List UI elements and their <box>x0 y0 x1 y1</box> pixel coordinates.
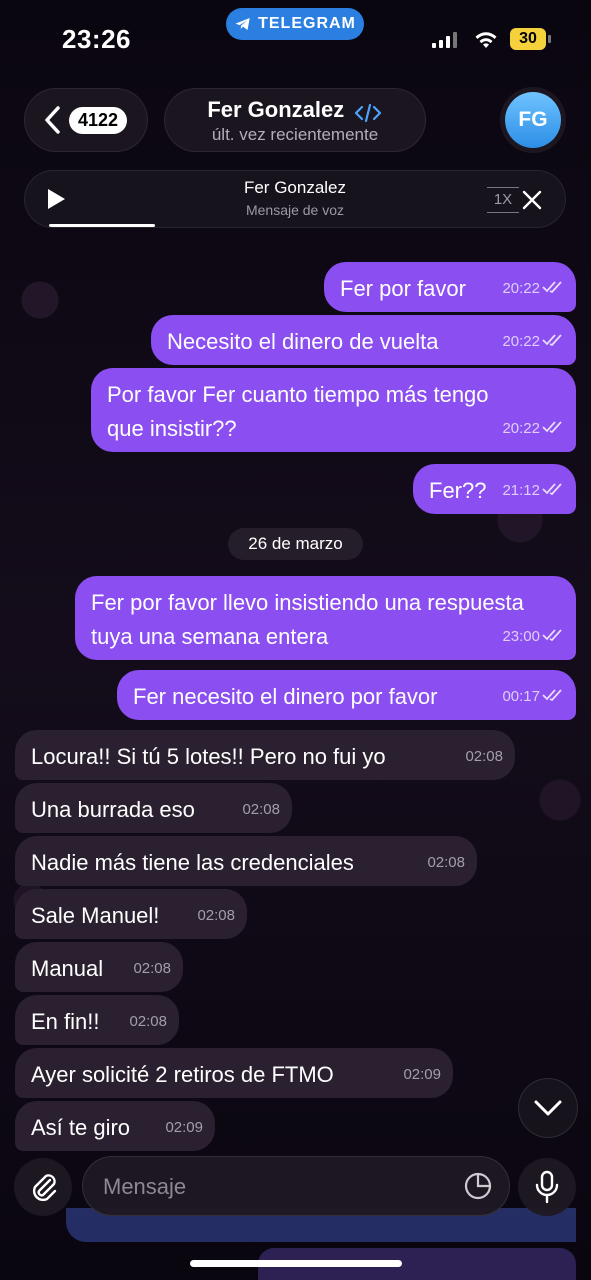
double-check-icon <box>542 620 564 654</box>
message-time: 21:12 <box>502 482 540 499</box>
message-time: 02:08 <box>133 960 171 977</box>
double-check-icon <box>542 680 564 714</box>
voice-subtitle: Mensaje de voz <box>245 202 345 218</box>
telegram-icon <box>235 18 250 30</box>
message-text: Así te giro <box>31 1115 131 1140</box>
message-text: Una burrada eso <box>31 797 195 822</box>
telegram-pill-label: TELEGRAM <box>258 15 356 32</box>
message-text: En fin!! <box>31 1009 100 1034</box>
message-time: 00:17 <box>502 688 540 705</box>
chat-header: 4122 Fer Gonzalez últ. vez recientemente… <box>0 86 591 156</box>
chevron-down-icon <box>534 1100 562 1116</box>
message-field[interactable] <box>82 1156 510 1217</box>
voice-message-player[interactable]: Fer Gonzalez Mensaje de voz 1X <box>24 170 566 228</box>
message-text: Sale Manuel! <box>31 903 160 928</box>
message-text: Nadie más tiene las credenciales <box>31 850 354 875</box>
message-text: Locura!! Si tú 5 lotes!! Pero no fui yo <box>31 744 386 769</box>
status-bar: 23:26 TELEGRAM 30 <box>0 0 591 70</box>
message-time: 02:08 <box>465 748 503 765</box>
message-bubble-incoming[interactable]: Así te giro 02:09 <box>15 1101 215 1151</box>
double-check-icon <box>542 325 564 359</box>
message-text: Fer por favor <box>340 276 466 301</box>
microphone-button[interactable] <box>518 1158 576 1216</box>
avatar-button[interactable]: FG <box>500 87 566 153</box>
chat-title[interactable]: Fer Gonzalez últ. vez recientemente <box>164 88 426 152</box>
message-bubble-incoming[interactable]: Manual 02:08 <box>15 942 183 992</box>
message-bubble-incoming[interactable]: En fin!! 02:08 <box>15 995 179 1045</box>
scroll-to-bottom-button[interactable] <box>518 1078 578 1138</box>
voice-title: Fer Gonzalez <box>243 178 347 197</box>
home-indicator <box>190 1260 402 1267</box>
code-icon <box>354 103 381 122</box>
message-bubble-outgoing[interactable]: Fer necesito el dinero por favor 00:17 <box>117 670 576 720</box>
message-bubble-incoming[interactable]: Una burrada eso 02:08 <box>15 783 292 833</box>
message-text: Manual <box>31 956 104 981</box>
message-bubble-outgoing[interactable]: Necesito el dinero de vuelta 20:22 <box>151 315 576 365</box>
date-divider: 26 de marzo <box>228 528 363 560</box>
message-text: Ayer solicité 2 retiros de FTMO <box>31 1062 334 1087</box>
message-time: 02:08 <box>242 801 280 818</box>
message-text: Fer necesito el dinero por favor <box>133 684 438 709</box>
clock: 23:26 <box>62 24 131 54</box>
message-bubble-incoming[interactable]: Ayer solicité 2 retiros de FTMO 02:09 <box>15 1048 453 1098</box>
telegram-pill[interactable]: TELEGRAM <box>226 8 364 40</box>
contact-name: Fer Gonzalez <box>207 97 345 122</box>
message-time: 02:08 <box>129 1013 167 1030</box>
double-check-icon <box>542 272 564 306</box>
message-time: 02:08 <box>427 854 465 871</box>
message-bubble-outgoing[interactable]: Fer por favor 20:22 <box>324 262 576 312</box>
message-text: Fer?? <box>429 478 487 503</box>
message-text: Necesito el dinero de vuelta <box>167 329 439 354</box>
double-check-icon <box>542 474 564 508</box>
back-button[interactable]: 4122 <box>24 88 148 152</box>
avatar: FG <box>505 92 561 148</box>
sticker-icon[interactable] <box>463 1171 493 1201</box>
voice-progress-bar <box>49 224 155 227</box>
message-time: 23:00 <box>502 628 540 645</box>
contact-status: últ. vez recientemente <box>211 125 379 144</box>
message-text: Por favor Fer cuanto tiempo más tengo qu… <box>107 382 489 441</box>
playback-speed-button[interactable]: 1X <box>487 187 519 213</box>
unread-count-badge: 4122 <box>69 106 128 134</box>
double-check-icon <box>542 412 564 446</box>
message-text: Fer por favor llevo insistiendo una resp… <box>91 590 524 649</box>
message-bubble-outgoing[interactable]: Fer?? 21:12 <box>413 464 576 514</box>
paperclip-icon <box>32 1174 57 1202</box>
message-bubble-incoming[interactable]: Nadie más tiene las credenciales 02:08 <box>15 836 477 886</box>
message-bubble-outgoing[interactable]: Por favor Fer cuanto tiempo más tengo qu… <box>91 368 576 452</box>
battery-icon: 30 <box>510 28 546 50</box>
attach-button[interactable] <box>14 1158 72 1216</box>
chevron-left-icon <box>45 106 60 134</box>
close-icon[interactable] <box>521 189 543 211</box>
message-input[interactable] <box>101 1157 445 1217</box>
message-time: 02:09 <box>165 1119 203 1136</box>
message-bubble-incoming[interactable]: Locura!! Si tú 5 lotes!! Pero no fui yo … <box>15 730 515 780</box>
message-time: 02:09 <box>403 1066 441 1083</box>
message-bubble-incoming[interactable]: Sale Manuel! 02:08 <box>15 889 247 939</box>
wifi-icon <box>475 32 497 48</box>
message-time: 20:22 <box>502 333 540 350</box>
message-time: 20:22 <box>502 420 540 437</box>
signal-icon <box>432 32 457 48</box>
microphone-icon <box>535 1170 559 1204</box>
message-time: 02:08 <box>197 907 235 924</box>
message-bubble-outgoing[interactable]: Fer por favor llevo insistiendo una resp… <box>75 576 576 660</box>
message-time: 20:22 <box>502 280 540 297</box>
battery-tip <box>548 35 551 43</box>
